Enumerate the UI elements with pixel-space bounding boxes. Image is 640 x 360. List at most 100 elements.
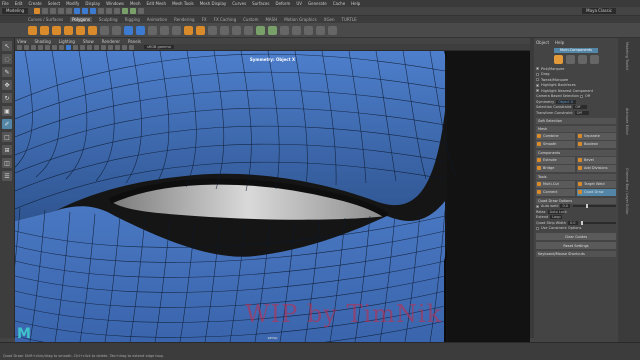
use-constraint-checkbox[interactable]	[536, 226, 539, 230]
snap-curve-icon[interactable]	[106, 8, 113, 14]
quad-draw-button[interactable]: Quad Draw	[577, 188, 616, 196]
bevel-icon[interactable]	[208, 25, 217, 35]
perspective-viewport[interactable]: Symmetry: Object X persp	[15, 51, 530, 342]
ambient-occlusion-icon[interactable]	[101, 44, 106, 50]
select-object-icon[interactable]	[82, 8, 89, 14]
planar-mapping-icon[interactable]	[268, 25, 277, 35]
panel-menu-shading[interactable]: Shading	[35, 39, 51, 44]
save-scene-icon[interactable]	[50, 8, 57, 14]
combine-icon[interactable]	[124, 25, 133, 35]
quad-draw-icon[interactable]	[244, 25, 253, 35]
multi-cut-button[interactable]: Multi-Cut	[536, 180, 575, 188]
vertex-mode-icon[interactable]	[565, 55, 575, 64]
shelf-tab-rigging[interactable]: Rigging	[125, 17, 140, 22]
panel-menu-show[interactable]: Show	[83, 39, 94, 44]
shelf-tab-xgen[interactable]: XGen	[324, 17, 335, 22]
menu-surfaces[interactable]: Surfaces	[252, 1, 269, 6]
quad-strip-slider[interactable]	[580, 220, 616, 225]
panel-menu-panels[interactable]: Panels	[128, 39, 141, 44]
render-icon[interactable]	[122, 8, 129, 14]
uv-editor-icon[interactable]	[256, 25, 265, 35]
xray-icon[interactable]	[129, 44, 134, 50]
smooth-shade-icon[interactable]	[66, 44, 71, 50]
poly-torus-icon[interactable]	[76, 25, 85, 35]
shelf-tab-fx[interactable]: FX	[202, 17, 207, 22]
poly-cube-icon[interactable]	[40, 25, 49, 35]
smooth-button[interactable]: Smooth	[536, 140, 575, 148]
mesh-section-header[interactable]: Mesh	[536, 125, 616, 132]
clear-guides-button[interactable]: Clear Guides	[536, 233, 616, 240]
freeze-icon[interactable]	[316, 25, 325, 35]
camera-based-checkbox[interactable]	[579, 94, 583, 98]
components-section-header[interactable]: Components	[536, 149, 616, 156]
highlight-backfaces-checkbox[interactable]	[536, 83, 539, 87]
shelf-tab-custom[interactable]: Custom	[243, 17, 258, 22]
multi-cut-icon[interactable]	[220, 25, 229, 35]
keyboard-shortcuts-section[interactable]: Keyboard/Mouse Shortcuts	[536, 251, 616, 257]
motion-blur-icon[interactable]	[108, 44, 113, 50]
platonic-icon[interactable]	[112, 25, 121, 35]
center-pivot-icon[interactable]	[328, 25, 337, 35]
resolution-gate-icon[interactable]	[52, 44, 57, 50]
bookmark-icon[interactable]	[24, 44, 29, 50]
mirror-icon[interactable]	[292, 25, 301, 35]
redo-icon[interactable]	[66, 8, 73, 14]
wireframe-on-shaded-icon[interactable]	[73, 44, 78, 50]
shelf-tab-curves-surfaces[interactable]: Curves / Surfaces	[28, 17, 63, 22]
menu-deform[interactable]: Deform	[275, 1, 290, 6]
object-mode-icon[interactable]	[553, 55, 563, 64]
tools-section-header[interactable]: Tools	[536, 173, 616, 180]
menu-select[interactable]: Select	[48, 1, 60, 6]
shelf-tab-mash[interactable]: MASH	[265, 17, 277, 22]
menu-curves[interactable]: Curves	[232, 1, 246, 6]
lights-icon[interactable]	[87, 44, 92, 50]
attribute-editor-tab[interactable]: Attribute Editor	[625, 108, 629, 135]
soft-selection-section[interactable]: Soft Selection	[536, 117, 616, 124]
poly-sphere-icon[interactable]	[28, 25, 37, 35]
mtk-help-menu[interactable]: Help	[555, 40, 564, 45]
connect-button[interactable]: Connect	[536, 188, 575, 196]
selection-constraint-dropdown[interactable]: Off	[573, 105, 588, 110]
shelf-tab-animation[interactable]: Animation	[147, 17, 167, 22]
undo-icon[interactable]	[58, 8, 65, 14]
relax-dropdown[interactable]: Auto Lock	[547, 209, 567, 214]
smooth-icon[interactable]	[160, 25, 169, 35]
target-weld-button[interactable]: Target Weld	[577, 180, 616, 188]
menu-help[interactable]: Help	[351, 1, 360, 6]
quad-draw-tool-icon[interactable]: ✐	[2, 119, 12, 129]
menu-uv[interactable]: UV	[296, 1, 302, 6]
combine-button[interactable]: Combine	[536, 132, 575, 140]
menu-file[interactable]: File	[2, 1, 9, 6]
face-mode-icon[interactable]	[589, 55, 599, 64]
single-perspective-layout-icon[interactable]: □	[2, 132, 12, 142]
isolate-select-icon[interactable]	[122, 44, 127, 50]
menu-generate[interactable]: Generate	[308, 1, 327, 6]
menu-edit-mesh[interactable]: Edit Mesh	[147, 1, 167, 6]
bevel-button[interactable]: Bevel	[577, 156, 616, 164]
snap-grid-icon[interactable]	[98, 8, 105, 14]
panel-menu-renderer[interactable]: Renderer	[102, 39, 120, 44]
menu-display[interactable]: Display	[85, 1, 100, 6]
bridge-icon[interactable]	[196, 25, 205, 35]
menu-mesh-tools[interactable]: Mesh Tools	[172, 1, 194, 6]
menu-create[interactable]: Create	[28, 1, 41, 6]
image-plane-icon[interactable]	[31, 44, 36, 50]
paint-select-icon[interactable]: ✎	[2, 67, 12, 77]
shelf-tab-turtle[interactable]: TURTLE	[342, 17, 357, 22]
open-scene-icon[interactable]	[42, 8, 49, 14]
extrude-button[interactable]: Extrude	[536, 156, 575, 164]
anti-aliasing-icon[interactable]	[115, 44, 120, 50]
poly-plane-icon[interactable]	[88, 25, 97, 35]
ipr-render-icon[interactable]	[130, 8, 137, 14]
film-gate-icon[interactable]	[45, 44, 50, 50]
extend-dropdown[interactable]: Loop	[550, 215, 563, 220]
move-tool-icon[interactable]: ✥	[2, 80, 12, 90]
outliner-layout-icon[interactable]: ☰	[2, 171, 12, 181]
new-scene-icon[interactable]	[34, 8, 41, 14]
reset-settings-button[interactable]: Reset Settings	[536, 242, 616, 249]
target-weld-icon[interactable]	[232, 25, 241, 35]
snap-point-icon[interactable]	[114, 8, 121, 14]
menu-windows[interactable]: Windows	[106, 1, 124, 6]
separate-icon[interactable]	[136, 25, 145, 35]
pick-marquee-radio[interactable]	[536, 67, 539, 71]
